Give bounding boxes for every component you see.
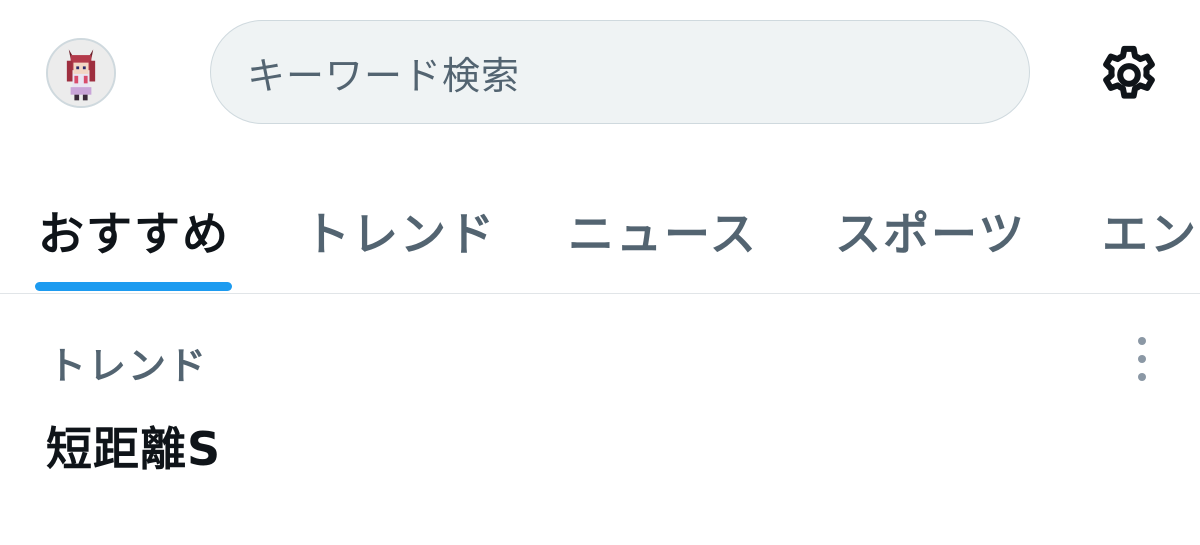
trend-title: 短距離S — [46, 422, 222, 476]
tab-entertainment[interactable]: エン — [1102, 198, 1198, 264]
gear-icon — [1103, 45, 1155, 99]
tab-trends[interactable]: トレンド — [304, 198, 496, 264]
settings-button[interactable] — [1096, 42, 1162, 108]
trend-item[interactable]: トレンド 短距離S — [0, 295, 1200, 545]
tab-bar: おすすめ トレンド ニュース スポーツ エン — [0, 150, 1200, 294]
more-vertical-icon — [1138, 337, 1146, 345]
tab-recommended[interactable]: おすすめ — [38, 198, 230, 264]
trend-category: トレンド — [48, 344, 209, 388]
top-bar: キーワード検索 — [0, 0, 1200, 150]
search-input[interactable]: キーワード検索 — [210, 20, 1030, 124]
more-dot — [1138, 373, 1146, 381]
tab-news[interactable]: ニュース — [568, 198, 758, 264]
more-dot — [1138, 355, 1146, 363]
more-options-button[interactable] — [1128, 337, 1156, 381]
active-tab-indicator — [35, 282, 232, 291]
tab-sports[interactable]: スポーツ — [835, 198, 1026, 264]
avatar[interactable] — [46, 38, 116, 108]
search-placeholder: キーワード検索 — [247, 53, 521, 98]
avatar-icon — [48, 40, 114, 106]
